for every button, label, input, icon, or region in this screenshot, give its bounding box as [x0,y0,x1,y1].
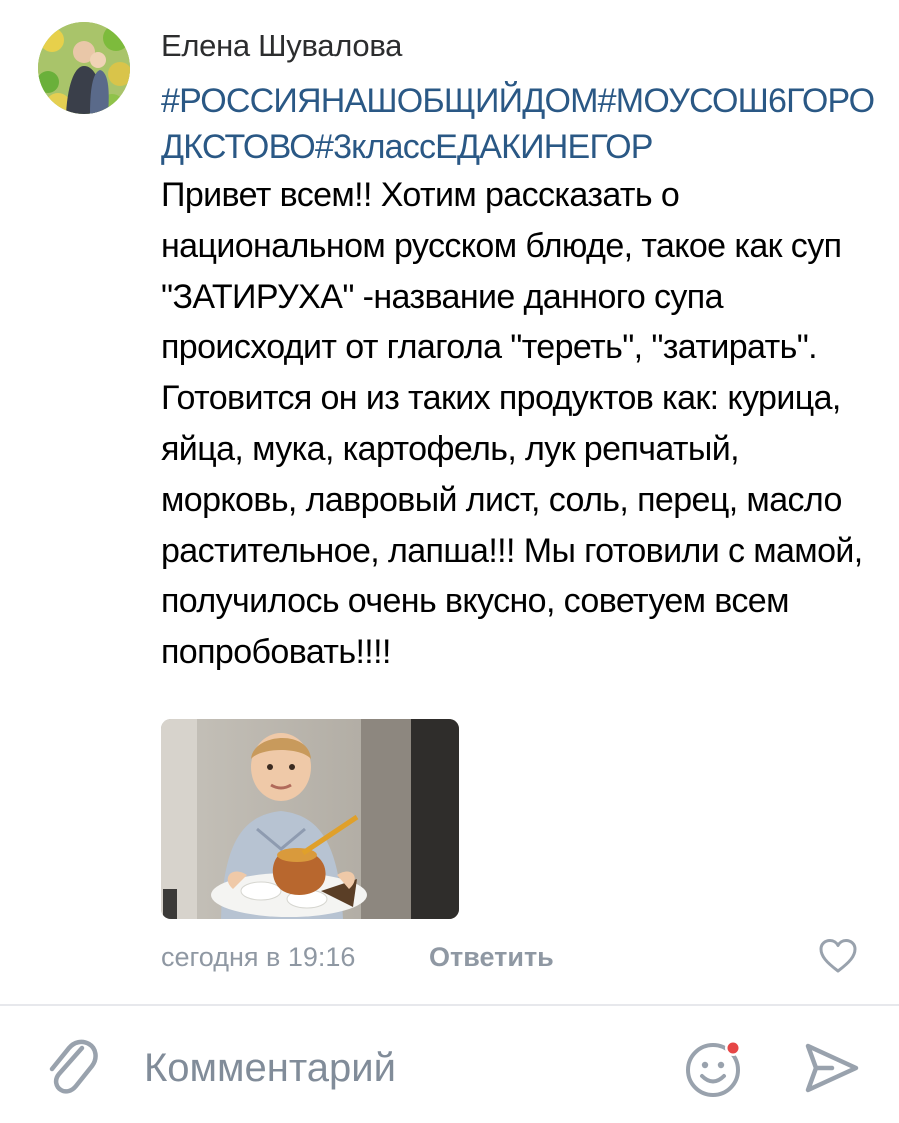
heart-icon [819,939,857,973]
comment-timestamp: сегодня в 19:16 [161,942,356,972]
comment-body: Привет всем!! Хотим рассказать о национа… [161,176,863,672]
attach-button[interactable] [42,1034,98,1098]
author-name[interactable]: Елена Шувалова [161,26,402,66]
comment-photo[interactable] [161,719,459,919]
like-button[interactable] [818,938,858,974]
paperclip-icon [49,1039,98,1094]
photo-image [161,719,459,919]
emoji-button[interactable] [682,1034,748,1100]
notification-dot [727,1042,739,1054]
avatar-photo [38,22,130,114]
smiley-icon [686,1040,741,1097]
hashtags-link[interactable]: #РОССИЯНАШОБЩИЙДОМ#МОУСОШ6ГОРОДКСТОВО#3к… [161,78,881,170]
comment-input[interactable] [144,1040,644,1096]
send-arrow-icon [805,1043,859,1093]
author-avatar[interactable] [38,22,130,114]
send-button[interactable] [802,1040,860,1096]
reply-button[interactable]: Ответить [429,940,554,974]
